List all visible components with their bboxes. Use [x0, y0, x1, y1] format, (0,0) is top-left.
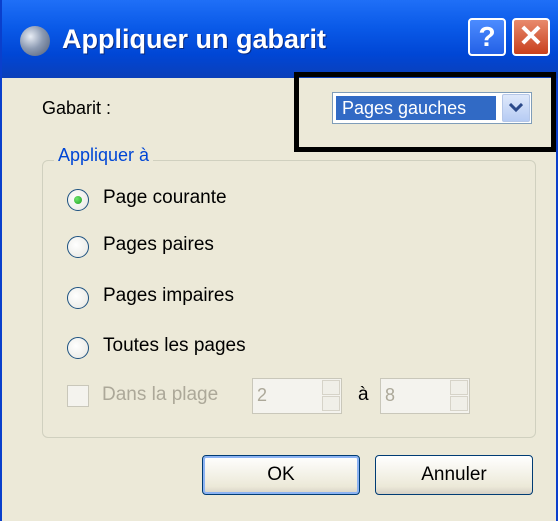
spin-down-button[interactable]: [322, 396, 340, 411]
range-checkbox[interactable]: [67, 385, 89, 407]
radio-label: Pages paires: [103, 234, 214, 255]
radio-button[interactable]: [67, 236, 89, 258]
range-from-spinner[interactable]: 2: [252, 378, 342, 414]
ok-button[interactable]: OK: [202, 455, 360, 495]
cancel-button[interactable]: Annuler: [375, 455, 533, 495]
spin-buttons: [450, 380, 468, 412]
title-bar[interactable]: Appliquer un gabarit ? ✕: [2, 0, 558, 78]
radio-label: Toutes les pages: [103, 335, 246, 356]
close-button[interactable]: ✕: [512, 18, 550, 56]
range-to-value: 8: [385, 385, 396, 405]
range-to-label: à: [358, 384, 369, 405]
radio-button[interactable]: [67, 337, 89, 359]
app-sphere-icon: [20, 26, 50, 56]
dialog-window: Appliquer un gabarit ? ✕ Gabarit : Pages…: [0, 0, 558, 521]
spin-down-button[interactable]: [450, 396, 468, 411]
radio-label: Pages impaires: [103, 285, 234, 306]
highlight-box: [294, 72, 556, 152]
radio-label: Page courante: [103, 187, 227, 208]
window-title: Appliquer un gabarit: [62, 24, 327, 54]
range-from-value: 2: [257, 385, 268, 405]
spin-up-button[interactable]: [322, 380, 340, 395]
spin-buttons: [322, 380, 340, 412]
spin-up-button[interactable]: [450, 380, 468, 395]
gabarit-label: Gabarit :: [42, 98, 112, 118]
apply-group-legend: Appliquer à: [54, 145, 154, 166]
help-button[interactable]: ?: [468, 18, 506, 56]
radio-button[interactable]: [67, 189, 89, 211]
range-label: Dans la plage: [102, 384, 219, 405]
range-to-spinner[interactable]: 8: [380, 378, 470, 414]
radio-button[interactable]: [67, 287, 89, 309]
